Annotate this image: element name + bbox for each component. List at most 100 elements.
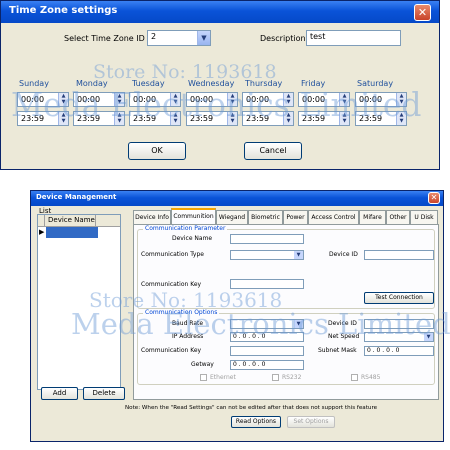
rs232-checkbox[interactable] xyxy=(272,374,279,381)
spinner-icon[interactable]: ▲ ▼ xyxy=(170,93,180,106)
ethernet-label: Ethernet xyxy=(210,374,236,381)
set-options-button[interactable]: Set Options xyxy=(287,416,335,428)
ok-button[interactable]: OK xyxy=(128,142,186,160)
comm-type-label: Communication Type xyxy=(141,251,204,258)
subnet-mask-input[interactable]: 0 . 0 . 0 . 0 xyxy=(364,346,434,356)
ethernet-checkbox[interactable] xyxy=(200,374,207,381)
spinner-icon[interactable]: ▲ ▼ xyxy=(339,93,349,106)
thursday-end-time[interactable]: 23:59 ▲ ▼ xyxy=(242,111,294,126)
device-id2-input[interactable] xyxy=(364,319,434,329)
tab-u-disk[interactable]: U Disk xyxy=(410,210,438,224)
spinner-icon[interactable]: ▲ ▼ xyxy=(58,112,68,125)
group-caption: Communication Options xyxy=(143,309,220,316)
time-value: 23:59 xyxy=(77,114,101,123)
tab-power[interactable]: Power xyxy=(283,210,308,224)
device-name-input[interactable] xyxy=(230,234,304,244)
sunday-start-time[interactable]: 00:00 ▲ ▼ xyxy=(17,92,69,107)
description-input[interactable]: test xyxy=(306,30,401,46)
column-device-name[interactable]: Device Name xyxy=(44,215,96,226)
comm-type-select[interactable]: ▼ xyxy=(230,250,304,260)
list-item[interactable]: ▶ xyxy=(38,227,120,238)
monday-end-time[interactable]: 23:59 ▲ ▼ xyxy=(73,111,125,126)
tab-wiegand[interactable]: Wiegand xyxy=(216,210,248,224)
spinner-icon[interactable]: ▲ ▼ xyxy=(396,112,406,125)
day-label-thursday: Thursday xyxy=(245,79,283,88)
tab-communication[interactable]: Communition xyxy=(171,208,216,224)
friday-end-time[interactable]: 23:59 ▲ ▼ xyxy=(298,111,350,126)
comm-key-input[interactable] xyxy=(230,279,304,289)
device-id2-label: Device ID xyxy=(328,320,357,327)
device-titlebar[interactable]: Device Management ✕ xyxy=(31,191,443,206)
tab-access-control[interactable]: Access Control xyxy=(308,210,359,224)
time-value: 23:59 xyxy=(246,114,270,123)
cancel-button[interactable]: Cancel xyxy=(244,142,302,160)
read-options-button[interactable]: Read Options xyxy=(231,416,281,428)
time-value: 23:59 xyxy=(302,114,326,123)
gateway-value: 0 . 0 . 0 . 0 xyxy=(233,361,266,368)
tab-other[interactable]: Other xyxy=(386,210,410,224)
spinner-icon[interactable]: ▲ ▼ xyxy=(170,112,180,125)
day-label-monday: Monday xyxy=(76,79,108,88)
communication-pane: Communication Parameter Device Name Comm… xyxy=(133,224,439,400)
spinner-icon[interactable]: ▲ ▼ xyxy=(396,93,406,106)
communication-options-group: Communication Options Baud Rate ▼ IP Add… xyxy=(137,309,435,385)
baud-rate-select[interactable]: ▼ xyxy=(230,319,304,329)
rs485-checkbox[interactable] xyxy=(351,374,358,381)
spinner-icon[interactable]: ▲ ▼ xyxy=(227,93,237,106)
chevron-down-icon[interactable]: ▼ xyxy=(294,251,303,259)
net-speed-label: Net Speed xyxy=(328,333,360,340)
saturday-end-time[interactable]: 23:59 ▲ ▼ xyxy=(355,111,407,126)
spinner-icon[interactable]: ▲ ▼ xyxy=(114,112,124,125)
timezone-titlebar[interactable]: Time Zone settings ✕ xyxy=(1,1,439,23)
tuesday-start-time[interactable]: 00:00 ▲ ▼ xyxy=(129,92,181,107)
wednesday-end-time[interactable]: 23:59 ▲ ▼ xyxy=(186,111,238,126)
chevron-down-icon[interactable]: ▼ xyxy=(424,333,433,341)
add-button[interactable]: Add xyxy=(41,387,78,400)
wednesday-start-time[interactable]: 00:00 ▲ ▼ xyxy=(186,92,238,107)
tab-biometric[interactable]: Biometric xyxy=(248,210,283,224)
test-connection-button[interactable]: Test Connection xyxy=(364,292,434,304)
timezone-id-select[interactable]: 2 ▼ xyxy=(147,30,211,46)
ip-address-value: 0 . 0 . 0 . 0 xyxy=(233,333,266,340)
timezone-id-value: 2 xyxy=(151,32,157,41)
tab-mifare[interactable]: Mifare xyxy=(359,210,386,224)
close-icon[interactable]: ✕ xyxy=(428,192,440,204)
net-speed-select[interactable]: ▼ xyxy=(364,332,434,342)
spinner-icon[interactable]: ▲ ▼ xyxy=(339,112,349,125)
comm-key2-label: Communication Key xyxy=(141,347,202,354)
time-value: 00:00 xyxy=(302,95,326,104)
spinner-icon[interactable]: ▲ ▼ xyxy=(227,112,237,125)
spinner-icon[interactable]: ▲ ▼ xyxy=(283,112,293,125)
time-value: 00:00 xyxy=(77,95,101,104)
spinner-icon[interactable]: ▲ ▼ xyxy=(58,93,68,106)
device-list[interactable]: Device Name ▶ xyxy=(37,214,121,390)
gateway-input[interactable]: 0 . 0 . 0 . 0 xyxy=(230,360,304,370)
time-value: 23:59 xyxy=(190,114,214,123)
close-icon[interactable]: ✕ xyxy=(414,4,431,21)
thursday-start-time[interactable]: 00:00 ▲ ▼ xyxy=(242,92,294,107)
selected-cell[interactable] xyxy=(46,227,98,238)
ip-address-input[interactable]: 0 . 0 . 0 . 0 xyxy=(230,332,304,342)
chevron-down-icon[interactable]: ▼ xyxy=(197,31,210,45)
device-id-input[interactable] xyxy=(364,250,434,260)
timezone-dialog: Time Zone settings ✕ Select Time Zone ID… xyxy=(0,0,440,170)
ip-address-label: IP Address xyxy=(172,333,204,340)
spinner-icon[interactable]: ▲ ▼ xyxy=(283,93,293,106)
device-management-dialog: Device Management ✕ List Device Name ▶ A… xyxy=(30,190,450,442)
device-name-label: Device Name xyxy=(172,235,213,242)
time-value: 23:59 xyxy=(133,114,157,123)
spinner-icon[interactable]: ▲ ▼ xyxy=(114,93,124,106)
comm-key2-input[interactable] xyxy=(230,346,304,356)
monday-start-time[interactable]: 00:00 ▲ ▼ xyxy=(73,92,125,107)
day-label-friday: Friday xyxy=(301,79,326,88)
chevron-down-icon[interactable]: ▼ xyxy=(294,320,303,328)
day-label-saturday: Saturday xyxy=(357,79,394,88)
saturday-start-time[interactable]: 00:00 ▲ ▼ xyxy=(355,92,407,107)
tuesday-end-time[interactable]: 23:59 ▲ ▼ xyxy=(129,111,181,126)
group-caption: Communication Parameter xyxy=(143,225,228,232)
time-value: 23:59 xyxy=(359,114,383,123)
tab-device-info[interactable]: Device Info xyxy=(133,210,171,224)
sunday-end-time[interactable]: 23:59 ▲ ▼ xyxy=(17,111,69,126)
friday-start-time[interactable]: 00:00 ▲ ▼ xyxy=(298,92,350,107)
delete-button[interactable]: Delete xyxy=(83,387,125,400)
